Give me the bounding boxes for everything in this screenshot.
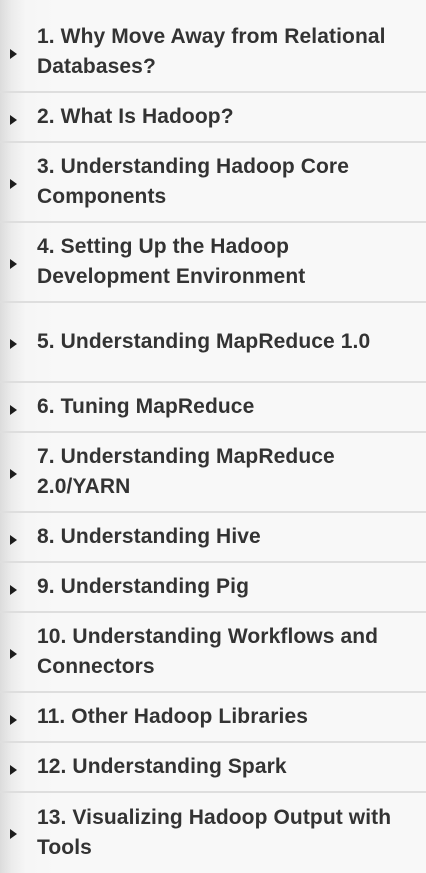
caret-right-icon bbox=[10, 585, 17, 595]
caret-right-icon bbox=[10, 115, 17, 125]
caret-right-icon bbox=[10, 49, 17, 59]
toc-item-11[interactable]: 11. Other Hadoop Libraries bbox=[0, 693, 426, 743]
toc-item-4[interactable]: 4. Setting Up the Hadoop Development Env… bbox=[0, 223, 426, 303]
caret-right-icon bbox=[10, 339, 17, 349]
toc-item-label: 9. Understanding Pig bbox=[37, 575, 250, 598]
toc-item-label: 12. Understanding Spark bbox=[37, 755, 287, 778]
caret-right-icon bbox=[10, 259, 17, 269]
caret-right-icon bbox=[10, 535, 17, 545]
caret-right-icon bbox=[10, 179, 17, 189]
top-spacer bbox=[0, 0, 426, 13]
toc-item-label: 10. Understanding Workflows and Connecto… bbox=[37, 625, 379, 678]
toc-item-7[interactable]: 7. Understanding MapReduce 2.0/YARN bbox=[0, 433, 426, 513]
toc-item-label: 1. Why Move Away from Relational Databas… bbox=[37, 25, 386, 78]
toc-item-label: 6. Tuning MapReduce bbox=[37, 395, 255, 418]
toc-item-6[interactable]: 6. Tuning MapReduce bbox=[0, 383, 426, 433]
caret-right-icon bbox=[10, 829, 17, 839]
caret-right-icon bbox=[10, 405, 17, 415]
toc-item-label: 13. Visualizing Hadoop Output with Tools bbox=[37, 806, 392, 859]
toc-item-label: 2. What Is Hadoop? bbox=[37, 105, 234, 128]
toc-item-3[interactable]: 3. Understanding Hadoop Core Components bbox=[0, 143, 426, 223]
toc-item-label: 4. Setting Up the Hadoop Development Env… bbox=[37, 235, 306, 288]
toc-item-8[interactable]: 8. Understanding Hive bbox=[0, 513, 426, 563]
toc-item-1[interactable]: 1. Why Move Away from Relational Databas… bbox=[0, 13, 426, 93]
toc-item-label: 11. Other Hadoop Libraries bbox=[37, 705, 309, 728]
toc-item-5[interactable]: 5. Understanding MapReduce 1.0 bbox=[0, 303, 426, 383]
caret-right-icon bbox=[10, 715, 17, 725]
toc-item-2[interactable]: 2. What Is Hadoop? bbox=[0, 93, 426, 143]
caret-right-icon bbox=[10, 469, 17, 479]
toc-item-10[interactable]: 10. Understanding Workflows and Connecto… bbox=[0, 613, 426, 693]
caret-right-icon bbox=[10, 649, 17, 659]
toc-item-label: 7. Understanding MapReduce 2.0/YARN bbox=[37, 445, 335, 498]
table-of-contents: 1. Why Move Away from Relational Databas… bbox=[0, 0, 426, 864]
toc-item-12[interactable]: 12. Understanding Spark bbox=[0, 743, 426, 793]
toc-item-label: 5. Understanding MapReduce 1.0 bbox=[37, 330, 371, 353]
toc-item-label: 3. Understanding Hadoop Core Components bbox=[37, 155, 349, 208]
toc-item-13[interactable]: 13. Visualizing Hadoop Output with Tools bbox=[0, 793, 426, 873]
toc-item-label: 8. Understanding Hive bbox=[37, 525, 261, 548]
toc-item-9[interactable]: 9. Understanding Pig bbox=[0, 563, 426, 613]
caret-right-icon bbox=[10, 765, 17, 775]
